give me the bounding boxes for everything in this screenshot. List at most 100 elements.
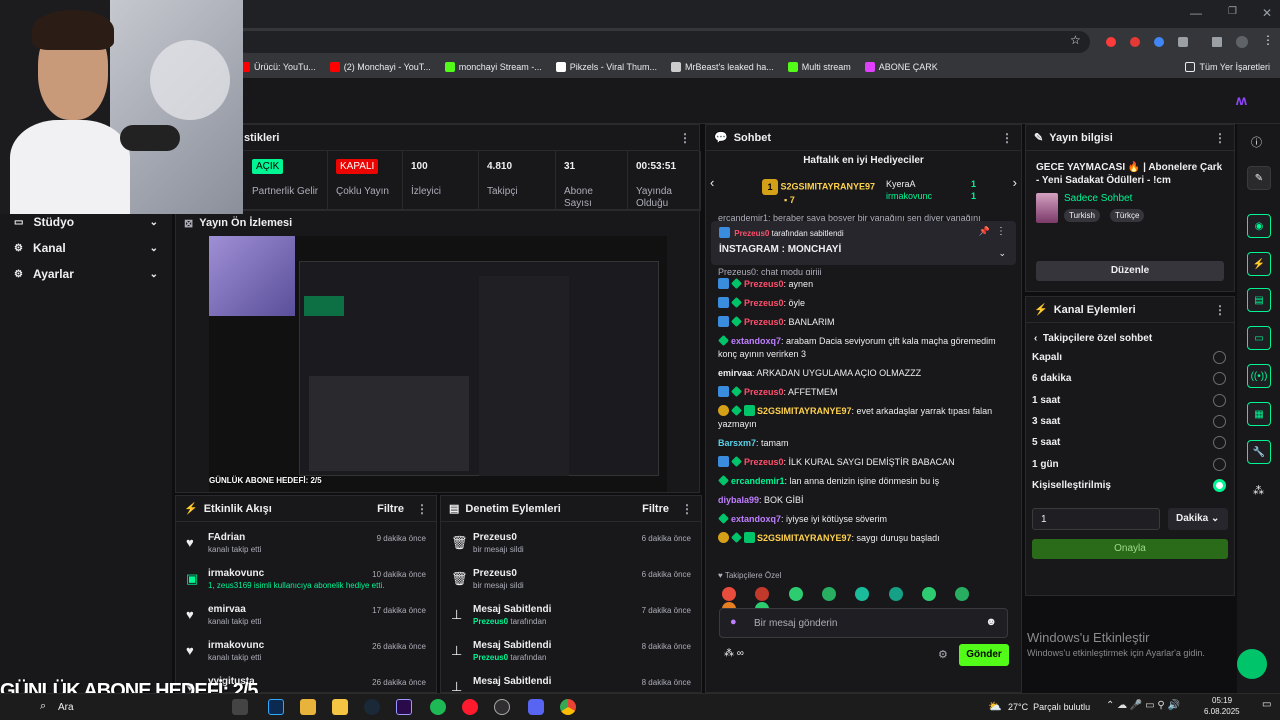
chat-message[interactable]: emirvaa: ARKADAN UYGULAMA AÇIO OLMAZZZ (706, 364, 1021, 383)
chat-message[interactable]: extandoxq7: arabam Dacia seviyorum çift … (706, 332, 1021, 364)
restore-icon[interactable]: ❐ (1228, 6, 1237, 17)
tag[interactable]: Türkçe (1110, 209, 1145, 222)
emote[interactable] (722, 586, 736, 601)
more-icon[interactable]: ⋮ (1001, 131, 1013, 145)
bookmark-item[interactable]: Multi stream (787, 62, 851, 72)
chat-message[interactable]: Barsxm7: tamam (706, 434, 1021, 453)
radio-button[interactable] (1213, 351, 1226, 364)
chat-message[interactable]: S2GSIMITAYRANYE97: evet arkadaşlar yarra… (706, 402, 1021, 434)
clock-date[interactable]: 6.08.2025 (1204, 707, 1240, 716)
pin-icon[interactable]: 📌 (979, 226, 990, 237)
spotify-icon[interactable] (430, 699, 446, 715)
emote[interactable] (955, 586, 970, 601)
radio-button[interactable] (1213, 393, 1226, 407)
back-row[interactable]: ‹ Takipçilere özel sohbet (1026, 323, 1234, 344)
extension-icon[interactable] (1130, 37, 1140, 47)
emote[interactable] (855, 586, 870, 601)
bolt-rail-button[interactable]: ⚡ (1247, 252, 1271, 276)
chat-message[interactable]: Prezeus0: aynen (706, 275, 1021, 294)
chat-message[interactable]: S2GSIMITAYRANYE97: saygı duruşu başladı (706, 529, 1021, 548)
top-gifter[interactable]: 1 S2GSIMITAYRANYE97 ▪ 7 (762, 179, 875, 205)
chat-input[interactable]: ● Bir mesaj gönderin ☻ (719, 608, 1008, 638)
notification-icon[interactable]: ▭ (1262, 699, 1271, 710)
filter-button[interactable]: Filtre (642, 503, 669, 515)
clock-time[interactable]: 05:19 (1212, 696, 1232, 705)
chat-message[interactable]: Prezeus0: öyle (706, 294, 1021, 313)
bookmark-item[interactable]: monchayi Stream -... (444, 62, 542, 72)
category-link[interactable]: Sadece Sohbet (1064, 193, 1132, 204)
help-button[interactable] (1237, 649, 1267, 679)
discord-icon[interactable] (528, 699, 544, 715)
bookmark-item[interactable]: (2) Monchayi - YouT... (329, 62, 431, 72)
more-icon[interactable]: ⋮ (996, 226, 1006, 237)
minimize-icon[interactable]: — (1190, 6, 1202, 20)
more-icon[interactable]: ⋮ (1214, 131, 1226, 145)
chat-message[interactable]: diybala99: BOK GİBİ (706, 491, 1021, 510)
kebab-icon[interactable]: ⋮ (1262, 33, 1274, 47)
explorer-icon[interactable] (300, 699, 316, 715)
address-bar[interactable] (235, 31, 1090, 53)
logo-icon[interactable]: ʍ (1236, 92, 1247, 108)
star-icon[interactable]: ☆ (1070, 33, 1081, 47)
chevron-left-icon[interactable]: ‹ (710, 175, 714, 190)
preview-video[interactable]: GÜNLÜK ABONE HEDEFİ: 2/5 (209, 236, 667, 492)
emote[interactable] (788, 586, 803, 601)
avatar[interactable] (1236, 36, 1248, 48)
menu-icon[interactable] (1212, 37, 1222, 47)
gear-icon[interactable]: ⚙ (938, 648, 948, 661)
more-apps-icon[interactable]: ⁂ (1253, 484, 1264, 497)
emote[interactable] (822, 586, 837, 601)
unit-select[interactable]: Dakika ⌄ (1168, 508, 1228, 530)
bookmark-item[interactable]: MrBeast's leaked ha... (671, 62, 774, 72)
radio-button[interactable] (1213, 478, 1226, 492)
gifter-item[interactable]: KyeraA 1 (886, 179, 976, 189)
edit-button[interactable]: Düzenle (1036, 261, 1224, 281)
extension-icon[interactable] (1154, 37, 1164, 47)
photoshop-icon[interactable] (268, 699, 284, 715)
radio-button[interactable] (1213, 414, 1226, 428)
search-icon[interactable]: ⌕ (40, 700, 46, 713)
info-icon[interactable]: ⓘ (1251, 134, 1262, 150)
bookmark-item[interactable]: ABONE ÇARK (864, 62, 938, 72)
mic-icon[interactable]: ● (730, 616, 737, 628)
all-bookmarks[interactable]: Tüm Yer İşaretleri (1185, 62, 1270, 72)
chat-message[interactable]: Prezeus0: BANLARIM (706, 313, 1021, 332)
emote[interactable] (922, 586, 937, 601)
chat-message[interactable]: ercandemir1: lan anna denizin işine dönm… (706, 472, 1021, 491)
emoji-icon[interactable]: ☻ (985, 616, 997, 628)
camera-rail-button[interactable]: ◉ (1247, 214, 1271, 238)
steam-icon[interactable] (364, 699, 380, 715)
more-icon[interactable]: ⋮ (1214, 303, 1226, 317)
sidebar-item-1[interactable]: ⚙ Kanal ⌄ (0, 235, 172, 261)
doc-rail-button[interactable]: ▤ (1247, 288, 1271, 312)
broadcast-rail-button[interactable]: ((•)) (1247, 364, 1271, 388)
layout-rail-button[interactable]: ▦ (1247, 402, 1271, 426)
radio-button[interactable] (1213, 436, 1226, 450)
filter-button[interactable]: Filtre (377, 503, 404, 515)
tray-icons[interactable]: ⌃ ☁ 🎤 ▭ ⚲ 🔊 (1106, 700, 1180, 711)
sidebar-item-2[interactable]: ⚙ Ayarlar ⌄ (0, 261, 172, 287)
taskview-icon[interactable] (232, 699, 248, 715)
close-icon[interactable]: ✕ (1262, 6, 1272, 20)
wrench-rail-button[interactable]: 🔧 (1247, 440, 1271, 464)
premiere-icon[interactable] (396, 699, 412, 715)
obs-icon[interactable] (494, 699, 510, 715)
gifter-item[interactable]: irmakovunc 1 (886, 191, 976, 201)
opera-icon[interactable] (462, 699, 478, 715)
puzzle-icon[interactable] (1178, 37, 1188, 47)
confirm-button[interactable]: Onayla (1032, 539, 1228, 559)
weather-text[interactable]: 27°C Parçalı bulutlu (1008, 702, 1090, 712)
radio-button[interactable] (1213, 372, 1226, 386)
edit-rail-button[interactable]: ✎ (1247, 166, 1271, 190)
custom-value-input[interactable]: 1 (1032, 508, 1160, 530)
send-button[interactable]: Gönder (959, 644, 1009, 666)
more-icon[interactable]: ⋮ (416, 502, 428, 516)
points-icon[interactable]: ⁂ ∞ (724, 648, 744, 659)
bookmark-item[interactable]: Pikzels - Viral Thum... (555, 62, 657, 72)
chat-message[interactable]: Prezeus0: AFFETMEM (706, 383, 1021, 402)
radio-button[interactable] (1213, 457, 1226, 471)
chat-message[interactable]: Prezeus0: İLK KURAL SAYGI DEMİŞTİR BABAC… (706, 453, 1021, 472)
weather-icon[interactable]: ⛅ (988, 700, 1002, 713)
chat-rail-button[interactable]: ▭ (1247, 326, 1271, 350)
tag[interactable]: Turkish (1064, 209, 1100, 222)
